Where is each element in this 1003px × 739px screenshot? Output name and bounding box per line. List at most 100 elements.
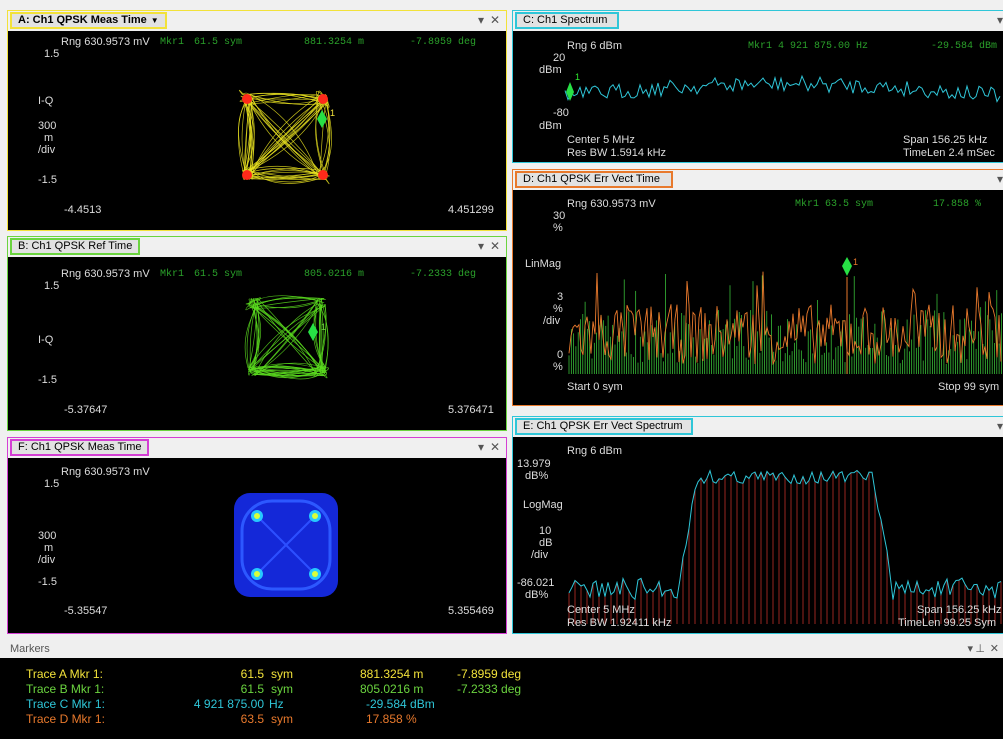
panel-e-y-div-suffix: /div [531,549,549,561]
panel-e-plot[interactable]: Rng 6 dBm 13.979 dB% LogMag 10 dB /div -… [513,439,1003,633]
density-hotspot-core [312,571,318,577]
panel-d-tab[interactable]: D: Ch1 QPSK Err Vect Time [515,171,673,188]
panel-a: A: Ch1 QPSK Meas Time ▼ ▾ ✕ Rng 630.9573 … [7,10,507,231]
marker-value1: -29.584 dBm [366,697,435,711]
panel-c-title: C: Ch1 Spectrum [523,14,608,26]
panel-f-range: Rng 630.9573 mV [61,466,150,478]
panel-e-range: Rng 6 dBm [567,445,623,457]
marker-x: 61.5 [240,682,264,696]
markers-menu-icon[interactable]: ▾ [967,640,973,658]
markers-close-icon[interactable]: ✕ [990,640,999,658]
panel-c-y-top-unit: dBm [539,64,562,76]
panel-c-timelen: TimeLen 2.4 mSec [903,147,995,159]
panel-c-plot[interactable]: Rng 6 dBm Mkr1 4 921 875.00 Hz -29.584 d… [513,33,1003,162]
panel-e-center: Center 5 MHz [567,604,635,616]
panel-f-x-right: 5.355469 [448,605,494,617]
marker-value2: -7.8959 deg [457,667,522,681]
panel-c-menu-icon[interactable]: ▾ [997,13,1003,27]
panel-a-constellation [238,89,332,185]
panel-c-tab[interactable]: C: Ch1 Spectrum [515,12,619,29]
marker-value1: 881.3254 m [360,667,424,681]
panel-b-marker-number: 1 [321,322,327,332]
panel-d-mkr: Mkr1 63.5 sym [795,199,874,210]
panel-b-x-left: -5.37647 [64,404,108,416]
panel-c-y-bottom-unit: dBm [539,120,562,132]
panel-a-x-left: -4.4513 [64,204,102,216]
panel-e-menu-icon[interactable]: ▾ [997,419,1003,433]
panel-c-range: Rng 6 dBm [567,40,623,52]
panel-e-span: Span 156.25 kHz [917,604,1002,616]
panel-b-y-top: 1.5 [44,280,60,292]
marker-x-unit: sym [271,712,293,726]
panel-a-dropdown-icon[interactable]: ▼ [151,16,159,25]
density-hotspot-core [254,513,260,519]
panel-c-mkr: Mkr1 4 921 875.00 Hz [748,41,869,52]
panel-e-title: E: Ch1 QPSK Err Vect Spectrum [523,420,683,432]
markers-title: Markers [10,643,50,655]
panel-c: C: Ch1 Spectrum ▾ Rng 6 dBm Mkr1 4 921 8… [512,10,1003,163]
panel-b-menu-icon[interactable]: ▾ [478,239,484,253]
panel-b-mkr-label: Mkr1 [160,269,185,280]
constellation-traces [244,295,330,380]
panel-d-titlebar: D: Ch1 QPSK Err Vect Time ▾ [513,170,1003,190]
panel-a-tab[interactable]: A: Ch1 QPSK Meas Time ▼ [10,12,167,29]
panel-e-y-top-unit: dB% [525,470,549,482]
panel-a-mkr-value1: 881.3254 m [304,37,365,48]
panel-f-close-icon[interactable]: ✕ [490,440,500,454]
marker-value2: -7.2333 deg [457,682,522,696]
panel-d-menu-icon[interactable]: ▾ [997,172,1003,186]
panel-a-y-top: 1.5 [44,48,60,60]
panel-a-close-icon[interactable]: ✕ [490,13,500,27]
panel-e-res-bw: Res BW 1.92411 kHz [567,617,672,629]
marker-x-unit: sym [271,667,293,681]
panel-f-tab[interactable]: F: Ch1 QPSK Meas Time [10,439,150,456]
panel-d-title: D: Ch1 QPSK Err Vect Time [523,173,660,185]
marker-x: 61.5 [240,667,264,681]
panel-c-span: Span 156.25 kHz [903,134,988,146]
panel-f-plot[interactable]: Rng 630.9573 mV 1.5 300 m /div -1.5 -5.3… [8,460,506,633]
panel-c-mkr-value: -29.584 dBm [931,41,998,52]
marker-trace: Trace C Mkr 1: [26,697,105,711]
panel-b-y-bottom: -1.5 [38,374,57,386]
panel-b-y-mid: I-Q [38,334,54,346]
panel-d-start: Start 0 sym [567,381,623,393]
panel-d-y-top: 30 [553,210,566,222]
panel-f-y-div: 300 [38,530,57,542]
panel-a-y-mid: I-Q [38,95,54,107]
panel-e-tab[interactable]: E: Ch1 QPSK Err Vect Spectrum [515,418,693,435]
panel-a-plot[interactable]: Rng 630.9573 mV Mkr1 61.5 sym 881.3254 m… [8,33,506,230]
panel-d-y-bottom: 0 [557,349,564,361]
trace-line [256,298,318,308]
panel-c-center: Center 5 MHz [567,134,635,146]
panel-e-y-div-unit: dB [539,537,553,549]
panel-a-menu-icon[interactable]: ▾ [478,13,484,27]
marker-diamond [842,257,852,276]
panel-c-titlebar: C: Ch1 Spectrum ▾ [513,11,1003,31]
markers-pin-icon[interactable]: ⊥ [975,640,985,658]
panel-c-res-bw: Res BW 1.5914 kHz [567,147,667,159]
panel-e-y-top: 13.979 [517,458,551,470]
marker-x: 4 921 875.00 [193,697,264,711]
panel-a-range: Rng 630.9573 mV [61,36,150,48]
panel-b-mkr-x: 61.5 sym [194,269,243,280]
panel-f: F: Ch1 QPSK Meas Time ▾ ✕ Rng 630.9573 m… [7,437,507,634]
panel-b-tab[interactable]: B: Ch1 QPSK Ref Time [10,238,141,255]
panel-a-y-div-unit: m [44,132,54,144]
panel-b-plot[interactable]: Rng 630.9573 mV Mkr1 61.5 sym 805.0216 m… [8,259,506,430]
panel-c-y-bottom: -80 [553,107,569,119]
panel-e-y-bottom-unit: dB% [525,589,549,601]
symbol-point [242,170,252,180]
panel-a-mkr-label: Mkr1 [160,37,185,48]
panel-b-range: Rng 630.9573 mV [61,268,150,280]
panel-f-y-bottom: -1.5 [38,576,57,588]
panel-c-y-top: 20 [553,52,566,64]
panel-f-menu-icon[interactable]: ▾ [478,440,484,454]
panel-e-titlebar: E: Ch1 QPSK Err Vect Spectrum ▾ [513,417,1003,437]
panel-f-x-left: -5.35547 [64,605,108,617]
density-hotspot-core [312,513,318,519]
panel-b-mkr-value2: -7.2333 deg [410,269,477,280]
panel-b-close-icon[interactable]: ✕ [490,239,500,253]
panel-d-plot[interactable]: Rng 630.9573 mV Mkr1 63.5 sym 17.858 % 3… [513,192,1003,405]
panel-c-marker-number: 1 [575,72,581,82]
panel-f-y-div-suffix: /div [38,554,56,566]
